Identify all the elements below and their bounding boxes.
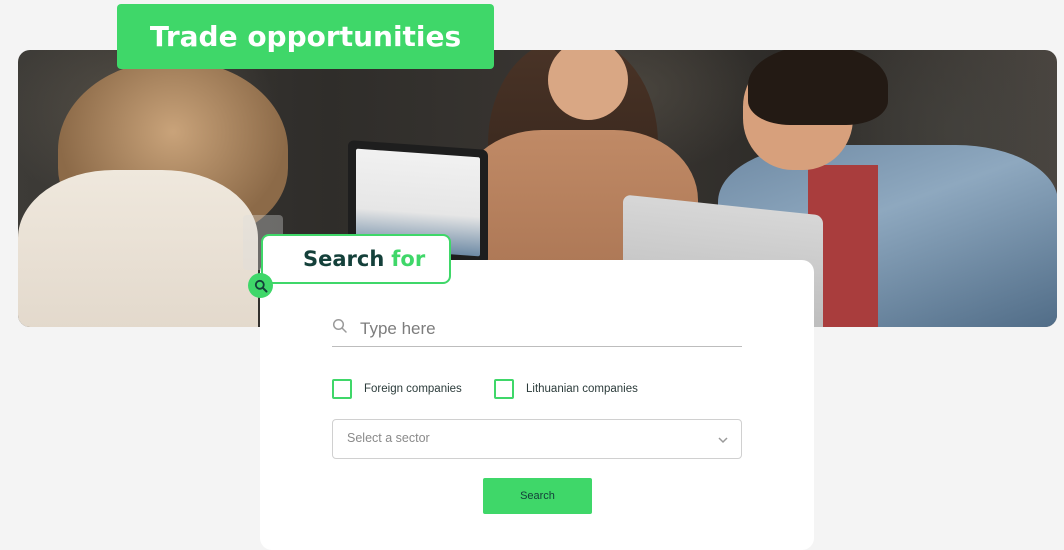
checkbox-foreign-label: Foreign companies xyxy=(364,383,462,395)
search-for-accent: for xyxy=(391,247,426,271)
checkbox-foreign-companies[interactable]: Foreign companies xyxy=(332,379,462,399)
search-button[interactable]: Search xyxy=(483,478,592,514)
search-for-tab: Search for xyxy=(261,234,451,284)
person-left-body xyxy=(18,170,258,327)
page-title-badge: Trade opportunities xyxy=(117,4,494,69)
sector-select-value: Select a sector xyxy=(347,431,430,445)
checkbox-lithuanian-companies[interactable]: Lithuanian companies xyxy=(494,379,638,399)
search-input[interactable] xyxy=(358,314,732,344)
chevron-down-icon xyxy=(717,433,729,451)
page-title: Trade opportunities xyxy=(149,20,462,53)
checkbox-lithuanian-label: Lithuanian companies xyxy=(526,383,638,395)
checkbox-foreign[interactable] xyxy=(332,379,352,399)
checkbox-lithuanian[interactable] xyxy=(494,379,514,399)
sector-select[interactable]: Select a sector xyxy=(332,419,742,459)
search-input-icon xyxy=(332,318,348,339)
search-icon xyxy=(248,273,273,298)
search-for-label: Search xyxy=(303,247,385,271)
person-right-hair xyxy=(748,50,888,125)
search-field xyxy=(332,310,742,347)
